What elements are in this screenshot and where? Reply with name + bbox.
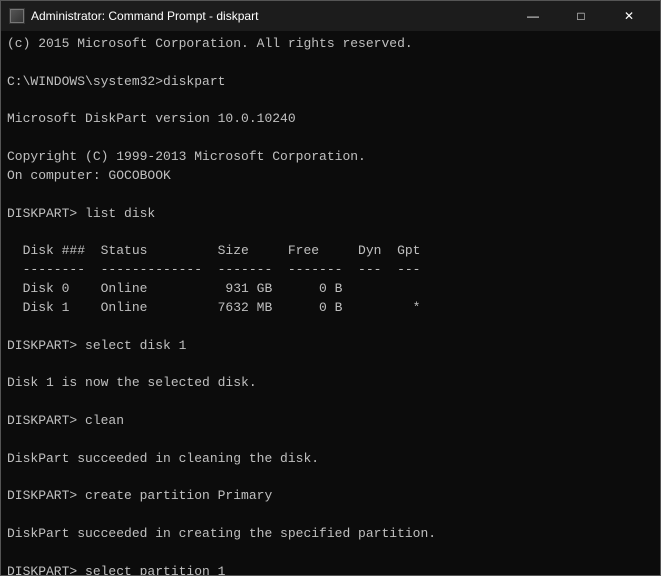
terminal-line: (c) 2015 Microsoft Corporation. All righ… [7,35,654,54]
terminal-line: On computer: GOCOBOOK [7,167,654,186]
terminal-line: Disk ### Status Size Free Dyn Gpt [7,242,654,261]
terminal-line: C:\WINDOWS\system32>diskpart [7,73,654,92]
terminal-line [7,355,654,374]
terminal-line: Disk 0 Online 931 GB 0 B [7,280,654,299]
terminal-line [7,544,654,563]
terminal-line: DISKPART> clean [7,412,654,431]
terminal-line: DISKPART> select disk 1 [7,337,654,356]
terminal-line: -------- ------------- ------- ------- -… [7,261,654,280]
title-bar-left: Administrator: Command Prompt - diskpart [9,8,258,24]
terminal-line [7,92,654,111]
terminal-line: DISKPART> list disk [7,205,654,224]
command-prompt-window: Administrator: Command Prompt - diskpart… [0,0,661,576]
terminal-line [7,54,654,73]
terminal-output[interactable]: (c) 2015 Microsoft Corporation. All righ… [1,31,660,575]
title-bar: Administrator: Command Prompt - diskpart… [1,1,660,31]
terminal-line: DISKPART> select partition 1 [7,563,654,575]
terminal-line [7,506,654,525]
app-icon [9,8,25,24]
terminal-line [7,318,654,337]
terminal-line: Disk 1 Online 7632 MB 0 B * [7,299,654,318]
window-controls: — □ ✕ [510,2,652,30]
terminal-line: DISKPART> create partition Primary [7,487,654,506]
terminal-line: Microsoft DiskPart version 10.0.10240 [7,110,654,129]
terminal-line: Copyright (C) 1999-2013 Microsoft Corpor… [7,148,654,167]
terminal-line [7,431,654,450]
terminal-line: DiskPart succeeded in creating the speci… [7,525,654,544]
terminal-line: Disk 1 is now the selected disk. [7,374,654,393]
window-title: Administrator: Command Prompt - diskpart [31,9,258,23]
terminal-line [7,468,654,487]
terminal-line: DiskPart succeeded in cleaning the disk. [7,450,654,469]
terminal-line [7,393,654,412]
minimize-button[interactable]: — [510,2,556,30]
terminal-line [7,223,654,242]
terminal-line [7,186,654,205]
maximize-button[interactable]: □ [558,2,604,30]
close-button[interactable]: ✕ [606,2,652,30]
terminal-line [7,129,654,148]
